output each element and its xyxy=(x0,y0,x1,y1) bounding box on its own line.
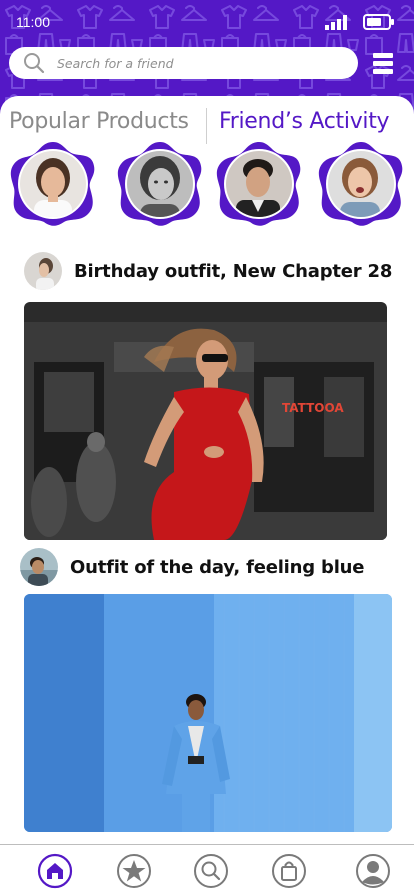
nav-favorites[interactable] xyxy=(116,853,152,889)
nav-home[interactable] xyxy=(37,853,73,889)
post-image[interactable] xyxy=(24,594,392,832)
nav-profile[interactable] xyxy=(355,853,391,889)
search-icon xyxy=(194,854,228,888)
nav-shop[interactable] xyxy=(271,853,307,889)
tab-friends-activity[interactable]: Friend’s Activity xyxy=(219,106,390,138)
friend-stories xyxy=(0,138,414,232)
signal-icon xyxy=(325,15,347,30)
home-icon xyxy=(37,853,73,889)
shopping-bag-icon xyxy=(272,854,306,888)
search-input[interactable] xyxy=(57,55,317,71)
avatar[interactable] xyxy=(24,252,62,290)
friend-story-4[interactable] xyxy=(316,138,406,228)
friend-story-3[interactable] xyxy=(214,138,304,228)
profile-icon xyxy=(356,854,390,888)
hamburger-menu-icon[interactable] xyxy=(373,52,393,74)
status-time: 11:00 xyxy=(16,14,50,30)
search-bar xyxy=(9,47,358,79)
tab-popular-products[interactable]: Popular Products xyxy=(9,106,189,138)
status-bar: 11:00 xyxy=(0,0,414,44)
bottom-navigation xyxy=(0,844,414,896)
post-header: Birthday outfit, New Chapter 28 xyxy=(24,252,392,290)
tattoo-sign: TATTOOA xyxy=(282,401,344,415)
star-icon xyxy=(117,854,151,888)
nav-search[interactable] xyxy=(193,853,229,889)
post-header: Outfit of the day, feeling blue xyxy=(20,548,365,586)
battery-icon xyxy=(363,14,394,30)
post-title: Birthday outfit, New Chapter 28 xyxy=(74,260,393,282)
friend-story-1[interactable] xyxy=(8,138,98,228)
main-content: Popular Products Friend’s Activity Birth… xyxy=(0,96,414,844)
post-title: Outfit of the day, feeling blue xyxy=(70,556,365,578)
feed-tabs: Popular Products Friend’s Activity xyxy=(0,106,414,144)
friend-story-2[interactable] xyxy=(115,138,205,228)
avatar[interactable] xyxy=(20,548,58,586)
search-icon[interactable] xyxy=(23,52,45,74)
post-image[interactable]: TATTOOA xyxy=(24,302,387,540)
